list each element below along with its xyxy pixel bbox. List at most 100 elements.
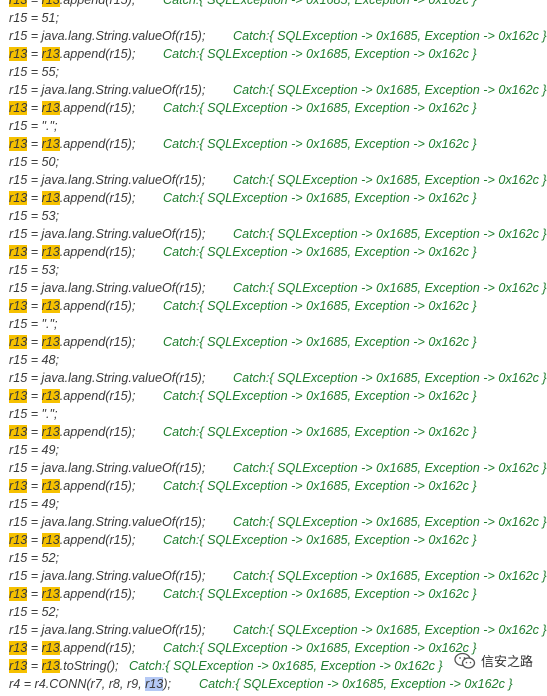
catch-annotation: Catch:{ SQLException -> 0x1685, Exceptio… bbox=[233, 173, 547, 187]
code-line: r13 = r13.append(r15); Catch:{ SQLExcepti… bbox=[0, 297, 547, 315]
code-text: .append(r15); bbox=[59, 479, 136, 493]
code-line: r15 = 53; bbox=[0, 207, 547, 225]
code-text: .append(r15); bbox=[59, 641, 136, 655]
code-line: r15 = java.lang.String.valueOf(r15); Catc… bbox=[0, 27, 547, 45]
highlighted-token: r13 bbox=[9, 587, 28, 601]
catch-annotation: Catch:{ SQLException -> 0x1685, Exceptio… bbox=[233, 515, 547, 529]
code-line: r15 = "."; bbox=[0, 117, 547, 135]
code-text: r4 = r4.CONN(r7, r8, r9, bbox=[9, 677, 146, 691]
catch-annotation: Catch:{ SQLException -> 0x1685, Exceptio… bbox=[163, 299, 477, 313]
code-line: r13 = r13.append(r15); Catch:{ SQLExcepti… bbox=[0, 477, 547, 495]
code-operator: = bbox=[27, 479, 42, 493]
catch-annotation: Catch:{ SQLException -> 0x1685, Exceptio… bbox=[163, 245, 477, 259]
highlighted-token: r13 bbox=[9, 137, 28, 151]
highlighted-token: r13 bbox=[9, 245, 28, 259]
code-statement: r15 = 51; bbox=[9, 9, 59, 27]
highlighted-token: r13 bbox=[9, 479, 28, 493]
code-line: r15 = 48; bbox=[0, 351, 547, 369]
code-statement: r13 = r13.append(r15); bbox=[9, 387, 135, 405]
catch-annotation: Catch:{ SQLException -> 0x1685, Exceptio… bbox=[163, 47, 477, 61]
code-operator: = bbox=[27, 101, 42, 115]
catch-annotation: Catch:{ SQLException -> 0x1685, Exceptio… bbox=[129, 659, 443, 673]
code-statement: r13 = r13.append(r15); bbox=[9, 189, 135, 207]
code-statement: r15 = java.lang.String.valueOf(r15); bbox=[9, 459, 205, 477]
code-statement: r13 = r13.append(r15); bbox=[9, 0, 135, 9]
code-operator: = bbox=[27, 335, 42, 349]
highlighted-token: r13 bbox=[41, 479, 60, 493]
code-line: r15 = java.lang.String.valueOf(r15); Catc… bbox=[0, 513, 547, 531]
catch-annotation: Catch:{ SQLException -> 0x1685, Exceptio… bbox=[163, 335, 477, 349]
code-text: .append(r15); bbox=[59, 533, 136, 547]
highlighted-token: r13 bbox=[41, 533, 60, 547]
code-text: r15 = java.lang.String.valueOf(r15); bbox=[9, 515, 206, 529]
code-operator: = bbox=[27, 137, 42, 151]
code-statement: r15 = java.lang.String.valueOf(r15); bbox=[9, 279, 205, 297]
code-line: r15 = 53; bbox=[0, 261, 547, 279]
code-text: r15 = java.lang.String.valueOf(r15); bbox=[9, 281, 206, 295]
highlighted-token: r13 bbox=[9, 101, 28, 115]
code-text: r15 = 49; bbox=[9, 443, 60, 457]
code-statement: r13 = r13.append(r15); bbox=[9, 477, 135, 495]
code-line: r15 = 49; bbox=[0, 495, 547, 513]
code-text: r15 = 53; bbox=[9, 209, 60, 223]
catch-annotation: Catch:{ SQLException -> 0x1685, Exceptio… bbox=[163, 0, 477, 7]
catch-annotation: Catch:{ SQLException -> 0x1685, Exceptio… bbox=[163, 137, 477, 151]
code-line: r13 = r13.append(r15); Catch:{ SQLExcepti… bbox=[0, 387, 547, 405]
code-statement: r13 = r13.append(r15); bbox=[9, 423, 135, 441]
code-text: .append(r15); bbox=[59, 0, 136, 7]
highlighted-token: r13 bbox=[9, 0, 28, 7]
code-text: r15 = java.lang.String.valueOf(r15); bbox=[9, 371, 206, 385]
highlighted-token: r13 bbox=[9, 191, 28, 205]
code-text: r15 = "."; bbox=[9, 407, 58, 421]
code-text: r15 = 52; bbox=[9, 605, 60, 619]
code-operator: = bbox=[27, 641, 42, 655]
code-text: r15 = java.lang.String.valueOf(r15); bbox=[9, 461, 206, 475]
code-statement: r13 = r13.append(r15); bbox=[9, 297, 135, 315]
code-text: .append(r15); bbox=[59, 587, 136, 601]
code-statement: r15 = 53; bbox=[9, 207, 59, 225]
catch-annotation: Catch:{ SQLException -> 0x1685, Exceptio… bbox=[233, 623, 547, 637]
code-statement: r15 = 49; bbox=[9, 441, 59, 459]
highlighted-token: r13 bbox=[41, 659, 60, 673]
code-statement: r15 = java.lang.String.valueOf(r15); bbox=[9, 225, 205, 243]
code-line: r13 = r13.append(r15); Catch:{ SQLExcepti… bbox=[0, 423, 547, 441]
code-line: r15 = java.lang.String.valueOf(r15); Catc… bbox=[0, 171, 547, 189]
catch-annotation: Catch:{ SQLException -> 0x1685, Exceptio… bbox=[163, 641, 477, 655]
code-text: r15 = 52; bbox=[9, 551, 60, 565]
code-text: .toString(); bbox=[59, 659, 119, 673]
code-line: r15 = "."; bbox=[0, 315, 547, 333]
code-text: .append(r15); bbox=[59, 137, 136, 151]
code-text: .append(r15); bbox=[59, 335, 136, 349]
code-statement: r15 = java.lang.String.valueOf(r15); bbox=[9, 27, 205, 45]
highlighted-token: r13 bbox=[9, 425, 28, 439]
code-operator: = bbox=[27, 191, 42, 205]
code-statement: r15 = java.lang.String.valueOf(r15); bbox=[9, 567, 205, 585]
catch-annotation: Catch:{ SQLException -> 0x1685, Exceptio… bbox=[163, 533, 477, 547]
code-operator: = bbox=[27, 425, 42, 439]
code-line: r13 = r13.append(r15); Catch:{ SQLExcepti… bbox=[0, 243, 547, 261]
catch-annotation: Catch:{ SQLException -> 0x1685, Exceptio… bbox=[233, 29, 547, 43]
selected-token: r13 bbox=[145, 677, 164, 691]
code-text: r15 = "."; bbox=[9, 317, 58, 331]
code-line: r15 = 51; bbox=[0, 9, 547, 27]
wechat-icon bbox=[454, 652, 476, 669]
code-statement: r13 = r13.append(r15); bbox=[9, 45, 135, 63]
code-statement: r15 = java.lang.String.valueOf(r15); bbox=[9, 621, 205, 639]
code-statement: r15 = 52; bbox=[9, 603, 59, 621]
code-line: r15 = java.lang.String.valueOf(r15); Catc… bbox=[0, 369, 547, 387]
code-text: r15 = 49; bbox=[9, 497, 60, 511]
code-operator: = bbox=[27, 659, 42, 673]
code-text: .append(r15); bbox=[59, 47, 136, 61]
watermark: 信安之路 bbox=[454, 651, 533, 670]
code-line: r15 = java.lang.String.valueOf(r15); Catc… bbox=[0, 225, 547, 243]
highlighted-token: r13 bbox=[41, 389, 60, 403]
code-line: r13 = r13.append(r15); Catch:{ SQLExcepti… bbox=[0, 531, 547, 549]
highlighted-token: r13 bbox=[9, 659, 28, 673]
highlighted-token: r13 bbox=[41, 47, 60, 61]
code-line: r13 = r13.append(r15); Catch:{ SQLExcepti… bbox=[0, 0, 547, 9]
code-line: r15 = 52; bbox=[0, 603, 547, 621]
catch-annotation: Catch:{ SQLException -> 0x1685, Exceptio… bbox=[163, 425, 477, 439]
code-text: r15 = java.lang.String.valueOf(r15); bbox=[9, 29, 206, 43]
code-statement: r15 = java.lang.String.valueOf(r15); bbox=[9, 171, 205, 189]
code-text: r15 = 50; bbox=[9, 155, 60, 169]
